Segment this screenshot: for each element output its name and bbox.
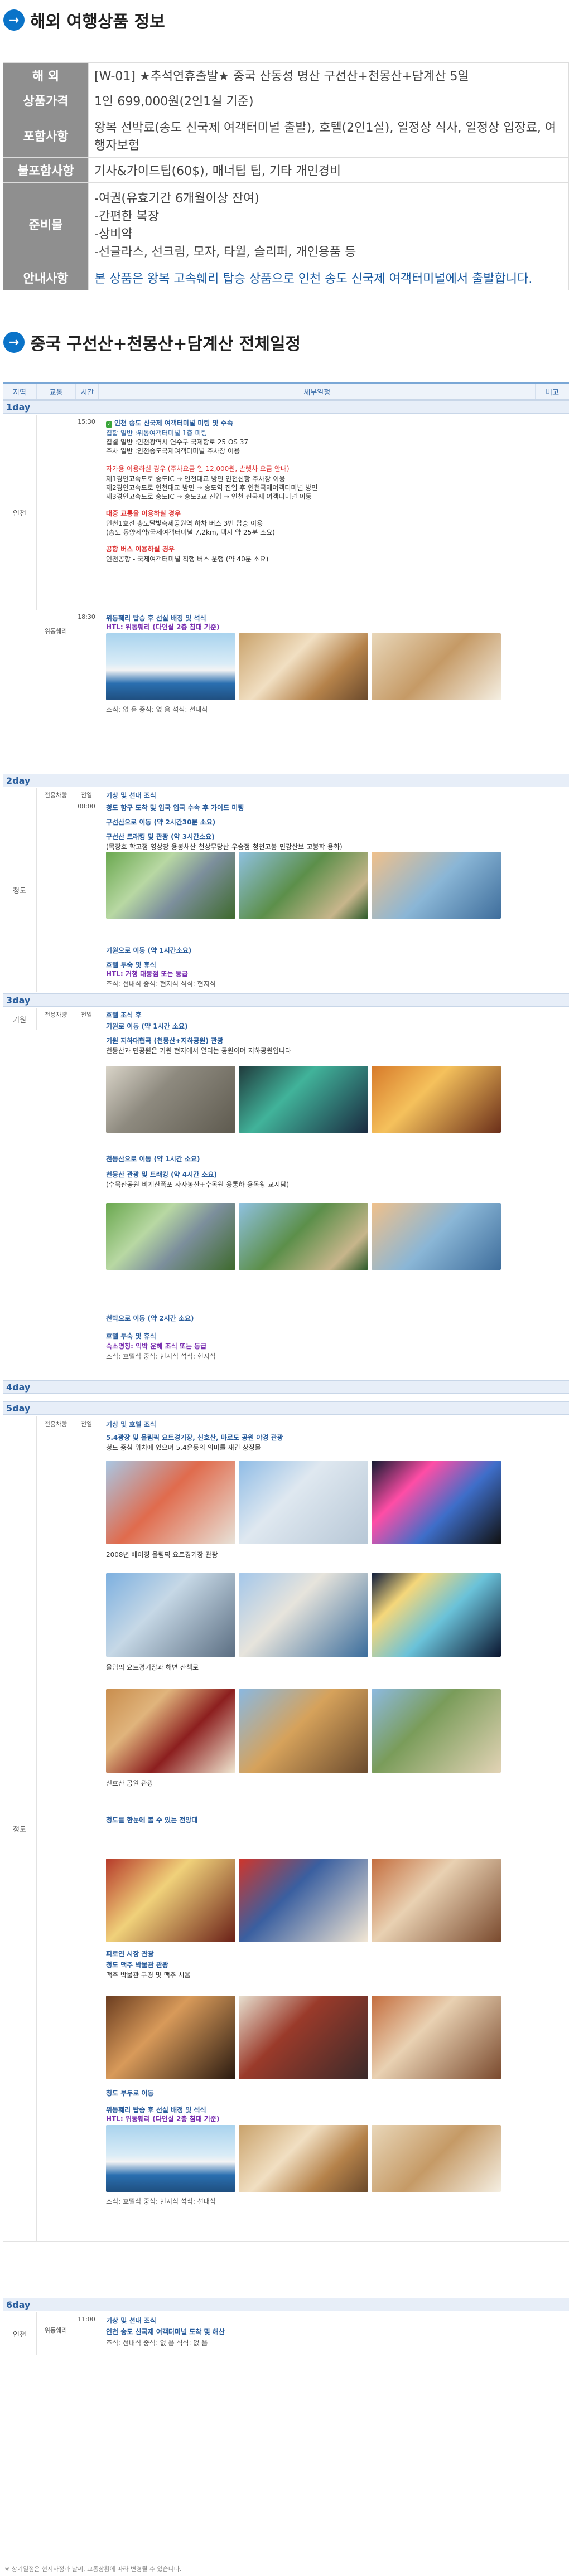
photo-city [239, 1461, 368, 1544]
product-info-table: 해 외 [W-01] ★추석연휴출발★ 중국 산동성 명산 구선산+천몽산+담계산… [3, 62, 569, 290]
info-key: 해 외 [3, 62, 89, 88]
photo-mountain [372, 1203, 501, 1270]
photo-park [372, 1689, 501, 1773]
photo-cave [372, 1066, 501, 1133]
photo-mountain [239, 852, 368, 919]
photo-cave [239, 1066, 368, 1133]
photo-market [372, 1859, 501, 1942]
info-value: 기사&가이드팁(60$), 매너팁 팁, 기타 개인경비 [88, 157, 569, 183]
photo-tower [106, 1689, 235, 1773]
photo-mountain [106, 1203, 235, 1270]
day-label: 3day [3, 993, 569, 1007]
day-block: 청도 전용차량 전일 기상 및 호텔 조식 5.4광장 및 올림픽 요트경기장,… [3, 1416, 569, 2242]
page: → 해외 여행상품 정보 해 외 [W-01] ★추석연휴출발★ 중국 산동성 명… [0, 0, 574, 2576]
info-key: 준비물 [3, 182, 89, 265]
photo-market [239, 1859, 368, 1942]
arrow-right-icon: → [3, 332, 25, 353]
day-label: 1day [3, 400, 569, 414]
info-key: 불포함사항 [3, 157, 89, 183]
day-block: 청도 전용차량 전일 08:00 기상 및 선내 조식 청도 항구 도착 및 입… [3, 788, 569, 992]
day-block-ship: 위동훼리 18:30 위동훼리 탑승 후 선실 배정 및 석식 HTL: 위동훼… [3, 610, 569, 716]
section-title-text: 해외 여행상품 정보 [30, 12, 165, 32]
day-block: 기원 전용차량 전일 호텔 조식 후 기원로 이동 (약 1시간 소요) 기원 … [3, 1008, 569, 1379]
info-value: [W-01] ★추석연휴출발★ 중국 산동성 명산 구선산+천몽산+담계산 5일 [88, 62, 569, 88]
photo-beer-museum [372, 1996, 501, 2079]
section-title-text: 중국 구선산+천몽산+담계산 전체일정 [30, 334, 301, 354]
photo-cabin [372, 2125, 501, 2192]
arrow-right-icon: → [3, 9, 25, 31]
info-value-list: -여권(유효기간 6개월이상 잔여) -간편한 복장 -상비약 -선글라스, 선… [88, 182, 569, 265]
check-icon: ✓ [106, 421, 112, 428]
day-label: 6day [3, 2298, 569, 2311]
info-value: 본 상품은 왕복 고속훼리 탑승 상품으로 인천 송도 신국제 여객터미널에서 … [88, 265, 569, 290]
day-label: 4day [3, 1380, 569, 1394]
day-block: 인천 15:30 ✓ 인천 송도 신국제 여객터미널 미팅 및 수속 집합 일반 … [3, 415, 569, 610]
schedule-header: 지역 교통 시간 세부일정 비고 [3, 384, 569, 400]
section-title-info: → 해외 여행상품 정보 [3, 8, 165, 32]
footnote: ※ 상기일정은 현지사정과 날씨, 교통상황에 따라 변경될 수 있습니다. [4, 2565, 182, 2573]
photo-marina [239, 1573, 368, 1657]
photo-beer-museum [239, 1996, 368, 2079]
photo-mountain [372, 852, 501, 919]
photo-marina [106, 1573, 235, 1657]
photo-ship-interior [239, 2125, 368, 2192]
day-block: 인천 위동훼리 11:00 기상 및 선내 조식 인천 송도 신국제 여객터미널… [3, 2312, 569, 2355]
photo-cabin [372, 633, 501, 700]
info-value: 왕복 선박료(송도 신국제 여객터미널 출발), 호텔(2인1실), 일정상 식… [88, 113, 569, 158]
photo-beer-museum [106, 1996, 235, 2079]
photo-ferry [106, 2125, 235, 2192]
photo-market [106, 1859, 235, 1942]
photo-city [106, 1461, 235, 1544]
photo-fireworks [372, 1573, 501, 1657]
day-label: 5day [3, 1401, 569, 1415]
info-key: 안내사항 [3, 265, 89, 290]
photo-mountain [239, 1203, 368, 1270]
photo-mountain [106, 852, 235, 919]
schedule-table: 지역 교통 시간 세부일정 비고 1day 인천 15:30 ✓ 인천 송도 신국… [3, 382, 569, 2546]
info-value: 1인 699,000원(2인1실 기준) [88, 88, 569, 113]
info-key: 상품가격 [3, 88, 89, 113]
photo-cave [106, 1066, 235, 1133]
photo-ferry [106, 633, 235, 700]
section-title-schedule: → 중국 구선산+천몽산+담계산 전체일정 [3, 330, 301, 355]
photo-city-night [372, 1461, 501, 1544]
photo-ship-interior [239, 633, 368, 700]
day-label: 2day [3, 774, 569, 787]
photo-hill [239, 1689, 368, 1773]
info-key: 포함사항 [3, 113, 89, 158]
